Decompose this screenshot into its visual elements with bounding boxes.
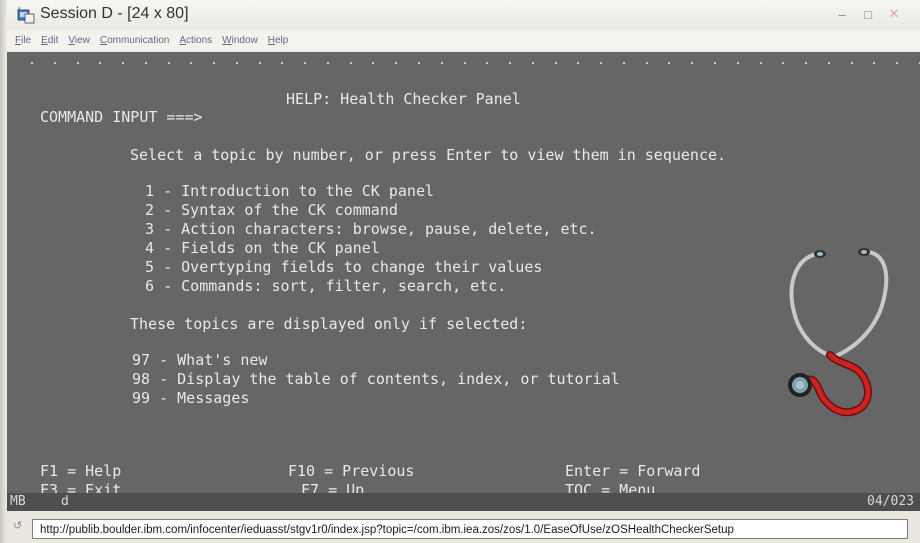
- menu-bar: File Edit View Communication Actions Win…: [7, 30, 920, 50]
- window-left-edge: [0, 0, 7, 543]
- command-input-label[interactable]: COMMAND INPUT ===>: [40, 108, 203, 126]
- topic-6[interactable]: 6 - Commands: sort, filter, search, etc.: [136, 277, 506, 295]
- menu-view[interactable]: View: [64, 35, 96, 46]
- session-mode: MB: [10, 494, 26, 509]
- topic-99[interactable]: 99 - Messages: [132, 389, 249, 407]
- terminal-screen[interactable]: HELP: Health Checker Panel COMMAND INPUT…: [7, 52, 920, 499]
- menu-file[interactable]: File: [11, 35, 37, 46]
- instruction-text: Select a topic by number, or press Enter…: [130, 146, 727, 164]
- topic-98[interactable]: 98 - Display the table of contents, inde…: [132, 370, 620, 388]
- topic-3[interactable]: 3 - Action characters: browse, pause, de…: [136, 220, 597, 238]
- maximize-button[interactable]: □: [856, 4, 880, 24]
- menu-edit[interactable]: Edit: [37, 35, 64, 46]
- selected-note: These topics are displayed only if selec…: [130, 315, 528, 333]
- pfkey-f1[interactable]: F1 = Help: [40, 462, 121, 480]
- menu-help[interactable]: Help: [264, 35, 295, 46]
- link-icon: ↺: [13, 520, 23, 532]
- terminal-session-icon: a: [17, 6, 35, 24]
- panel-header: HELP: Health Checker Panel: [286, 90, 521, 108]
- menu-actions[interactable]: Actions: [175, 35, 218, 46]
- emulator-window: a Session D - [24 x 80] – □ ✕ File Edit …: [0, 0, 920, 543]
- cursor-position: 04/023: [867, 494, 914, 509]
- pfkey-enter[interactable]: Enter = Forward: [565, 462, 700, 480]
- status-line: MB d 04/023: [7, 493, 920, 511]
- stethoscope-icon: [788, 248, 889, 417]
- topic-2[interactable]: 2 - Syntax of the CK command: [136, 201, 398, 219]
- topic-4[interactable]: 4 - Fields on the CK panel: [136, 239, 380, 257]
- minimize-button[interactable]: –: [830, 4, 854, 24]
- url-field[interactable]: http://publib.boulder.ibm.com/infocenter…: [32, 519, 908, 539]
- title-bar[interactable]: a Session D - [24 x 80] – □ ✕: [7, 0, 920, 30]
- menu-communication[interactable]: Communication: [96, 35, 176, 46]
- terminal-dot-row: [25, 56, 920, 70]
- url-bar: ↺ http://publib.boulder.ibm.com/infocent…: [7, 511, 920, 543]
- window-title: Session D - [24 x 80]: [40, 5, 189, 22]
- status-indicator: d: [61, 494, 69, 509]
- topic-5[interactable]: 5 - Overtyping fields to change their va…: [136, 258, 542, 276]
- window-controls: – □ ✕: [830, 4, 906, 24]
- topic-1[interactable]: 1 - Introduction to the CK panel: [136, 182, 434, 200]
- pfkey-f10[interactable]: F10 = Previous: [288, 462, 414, 480]
- menu-window[interactable]: Window: [218, 35, 264, 46]
- topic-97[interactable]: 97 - What's new: [132, 351, 267, 369]
- close-button[interactable]: ✕: [882, 4, 906, 24]
